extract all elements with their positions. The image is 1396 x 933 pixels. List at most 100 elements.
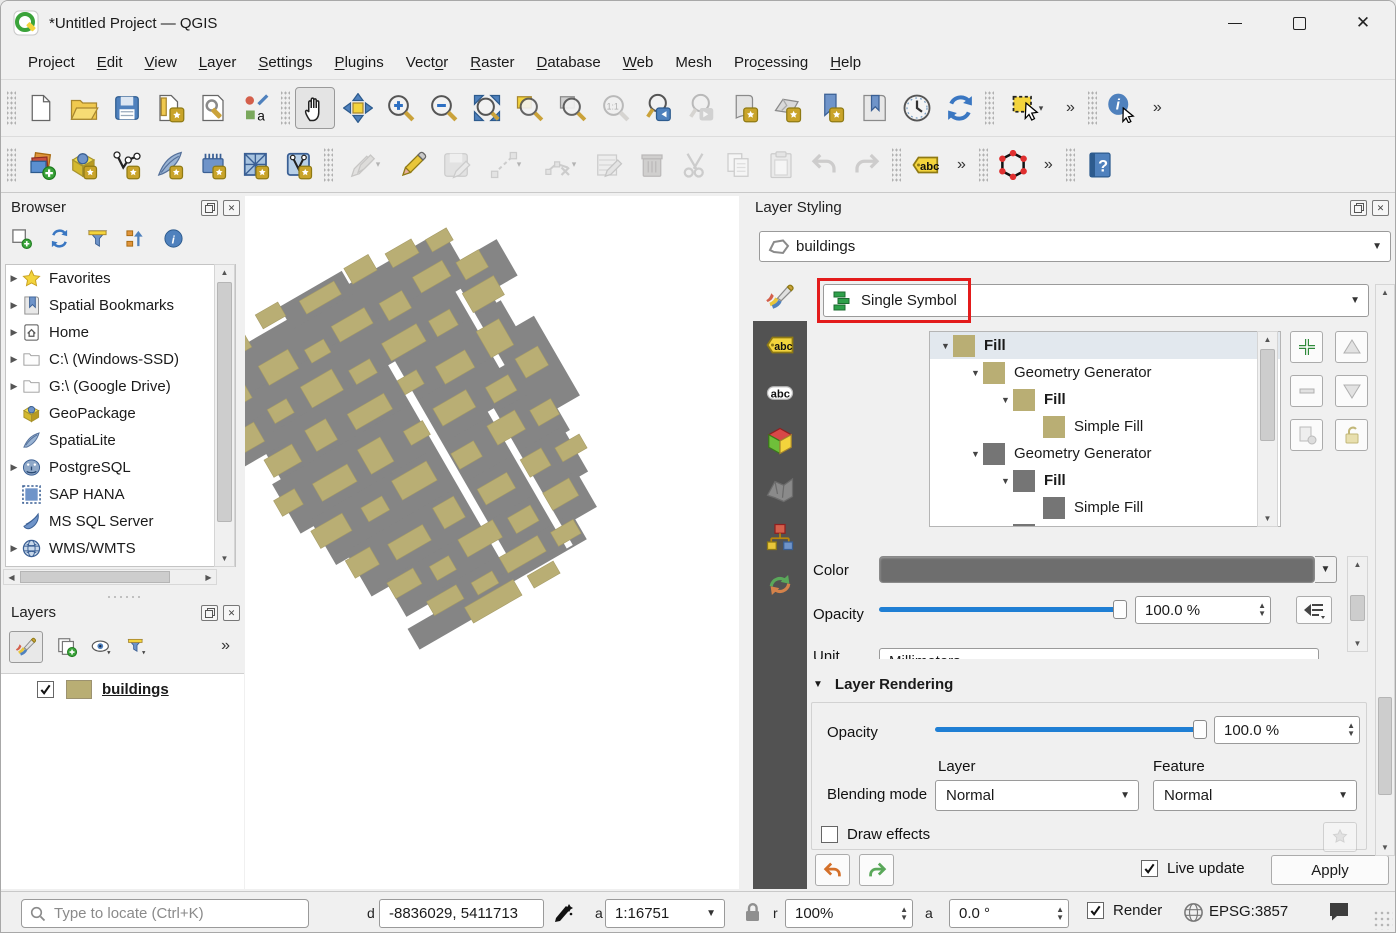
menu-view[interactable]: View [134,50,188,75]
zoom-next-button[interactable] [682,87,722,129]
identify-features-button[interactable]: i [1102,87,1142,129]
expand-arrow-icon[interactable]: ▼ [968,368,983,378]
undo-button[interactable] [804,144,844,186]
browser-item-home[interactable]: ▶Home [6,319,235,346]
close-button[interactable]: ✕ [1331,1,1395,45]
browser-filter-button[interactable] [87,228,108,249]
zoom-full-button[interactable] [467,87,507,129]
styling-float-button[interactable] [1350,200,1367,216]
apply-button[interactable]: Apply [1271,855,1389,885]
symbol-tree-row[interactable]: Simple Fill [930,521,1280,527]
styling-panel-scrollbar[interactable]: ▲ ▼ [1375,284,1395,856]
style-manager-button[interactable]: a [236,87,276,129]
new-print-layout-button[interactable] [150,87,190,129]
lr-opacity-slider[interactable] [935,720,1207,739]
opacity-spinbox[interactable]: 100.0 %▲▼ [1135,596,1271,624]
browser-item-spatial-bookmarks[interactable]: ▶Spatial Bookmarks [6,292,235,319]
browser-item-spatialite[interactable]: SpatiaLite [6,427,235,454]
unit-combo[interactable]: Millimeters [879,648,1319,659]
extents-toggle-icon[interactable] [552,901,576,925]
expand-arrow-icon[interactable]: ▶ [6,327,22,338]
modify-attributes-button[interactable] [589,144,629,186]
expand-arrow-icon[interactable]: ▶ [6,462,22,473]
magnifier-spinbox[interactable]: 100%▲▼ [785,899,913,928]
layout-manager-button[interactable] [193,87,233,129]
data-defined-override-button[interactable] [1296,596,1332,624]
expand-arrow-icon[interactable]: ▼ [998,476,1013,486]
filter-legend-button[interactable]: ▾ [126,636,148,658]
minimize-button[interactable] [1203,1,1267,45]
symbol-tree-row[interactable]: ▼Geometry Generator [930,359,1280,386]
feature-blend-combo[interactable]: Normal▼ [1153,780,1357,811]
redo-button[interactable] [847,144,887,186]
toolbar-handle[interactable] [985,91,994,125]
expand-arrow-icon[interactable]: ▶ [6,300,22,311]
spin-down-arrow[interactable]: ▼ [1347,730,1355,738]
temporal-controller-button[interactable] [897,87,937,129]
tab-labels[interactable]: abc [753,321,807,369]
new-spatial-bookmark-button[interactable] [811,87,851,129]
paste-features-button[interactable] [761,144,801,186]
remove-symbol-layer-button[interactable] [1290,375,1323,407]
toolbar-overflow-chevron[interactable]: » [1145,99,1170,117]
effects-customize-button[interactable] [1323,822,1357,852]
symbol-tree-row[interactable]: ▼Geometry Generator [930,440,1280,467]
add-group-button[interactable] [56,636,78,658]
toolbar-handle[interactable] [324,148,333,182]
layer-item-buildings[interactable]: buildings [1,674,244,704]
data-source-manager-button[interactable] [21,144,61,186]
zoom-to-layer-button[interactable] [553,87,593,129]
expand-arrow-icon[interactable]: ▼ [968,449,983,459]
layers-overflow-chevron[interactable]: » [213,637,238,655]
new-temporary-scratch-layer-button[interactable] [193,144,233,186]
tab-history[interactable] [753,561,807,609]
toolbar-handle[interactable] [1066,148,1075,182]
scroll-down-arrow[interactable]: ▼ [1258,511,1277,526]
browser-item-geopackage[interactable]: GeoPackage [6,400,235,427]
styling-close-button[interactable]: ✕ [1372,200,1389,216]
browser-item-ms-sql-server[interactable]: MS SQL Server [6,508,235,535]
slider-handle[interactable] [1113,600,1127,619]
lock-color-button[interactable] [1335,419,1368,451]
render-checkbox[interactable] [1087,902,1104,919]
browser-add-layer-button[interactable] [11,228,32,249]
fill-color-dropdown[interactable]: ▼ [1315,556,1337,583]
expand-arrow-icon[interactable]: ▶ [6,354,22,365]
select-features-button[interactable]: ▾ [999,87,1055,129]
menu-layer[interactable]: Layer [188,50,248,75]
scroll-down-arrow[interactable]: ▼ [1348,636,1367,651]
zoom-in-button[interactable] [381,87,421,129]
browser-horizontal-scrollbar[interactable]: ◀ ▶ [3,569,217,585]
zoom-last-button[interactable] [639,87,679,129]
menu-raster[interactable]: Raster [459,50,525,75]
toolbar-handle[interactable] [892,148,901,182]
toolbar-overflow-chevron[interactable]: » [949,156,974,174]
fill-color-button[interactable] [879,556,1315,583]
menu-edit[interactable]: Edit [86,50,134,75]
expand-arrow-icon[interactable]: ▶ [6,543,22,554]
scroll-right-arrow[interactable]: ▶ [201,570,216,584]
vertex-editor-button[interactable] [993,144,1033,186]
tab-symbology[interactable] [753,273,807,321]
symbol-settings-scrollbar[interactable]: ▲ ▼ [1347,556,1368,652]
browser-refresh-button[interactable] [49,228,70,249]
toolbar-handle[interactable] [281,91,290,125]
new-shapefile-layer-button[interactable] [107,144,147,186]
add-symbol-layer-button[interactable] [1290,331,1323,363]
symbol-tree-row[interactable]: ▼Fill [930,467,1280,494]
scroll-up-arrow[interactable]: ▲ [1258,332,1277,347]
browser-collapse-all-button[interactable] [125,228,146,249]
scroll-up-arrow[interactable]: ▲ [1348,557,1367,572]
browser-item-sap-hana[interactable]: SAP HANA [6,481,235,508]
tab-style-hierarchy[interactable] [753,513,807,561]
symbol-tree-scrollbar[interactable]: ▲ ▼ [1257,331,1278,527]
new-3d-map-view-button[interactable] [768,87,808,129]
layer-rendering-header[interactable]: ▼Layer Rendering [813,676,953,693]
toolbar-handle[interactable] [7,91,16,125]
expand-arrow-icon[interactable]: ▼ [938,341,953,351]
symbol-tree-row[interactable]: ▼Fill [930,332,1280,359]
coordinate-input[interactable]: -8836029, 5411713 [379,899,544,928]
layer-labeling-button[interactable]: abc [906,144,946,186]
menu-web[interactable]: Web [612,50,665,75]
scroll-up-arrow[interactable]: ▲ [215,265,234,280]
